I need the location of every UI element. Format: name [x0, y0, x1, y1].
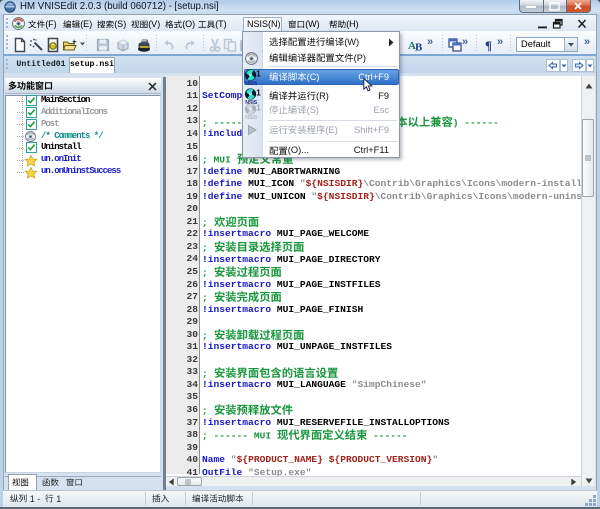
svg-text:¶: ¶	[485, 38, 492, 53]
svg-text:NSIS: NSIS	[245, 115, 257, 120]
svg-text:1: 1	[256, 69, 261, 78]
svg-text:1: 1	[256, 103, 261, 112]
svg-text:1: 1	[256, 88, 261, 97]
svg-text:B: B	[415, 42, 423, 54]
svg-text:NSIS: NSIS	[245, 81, 257, 86]
